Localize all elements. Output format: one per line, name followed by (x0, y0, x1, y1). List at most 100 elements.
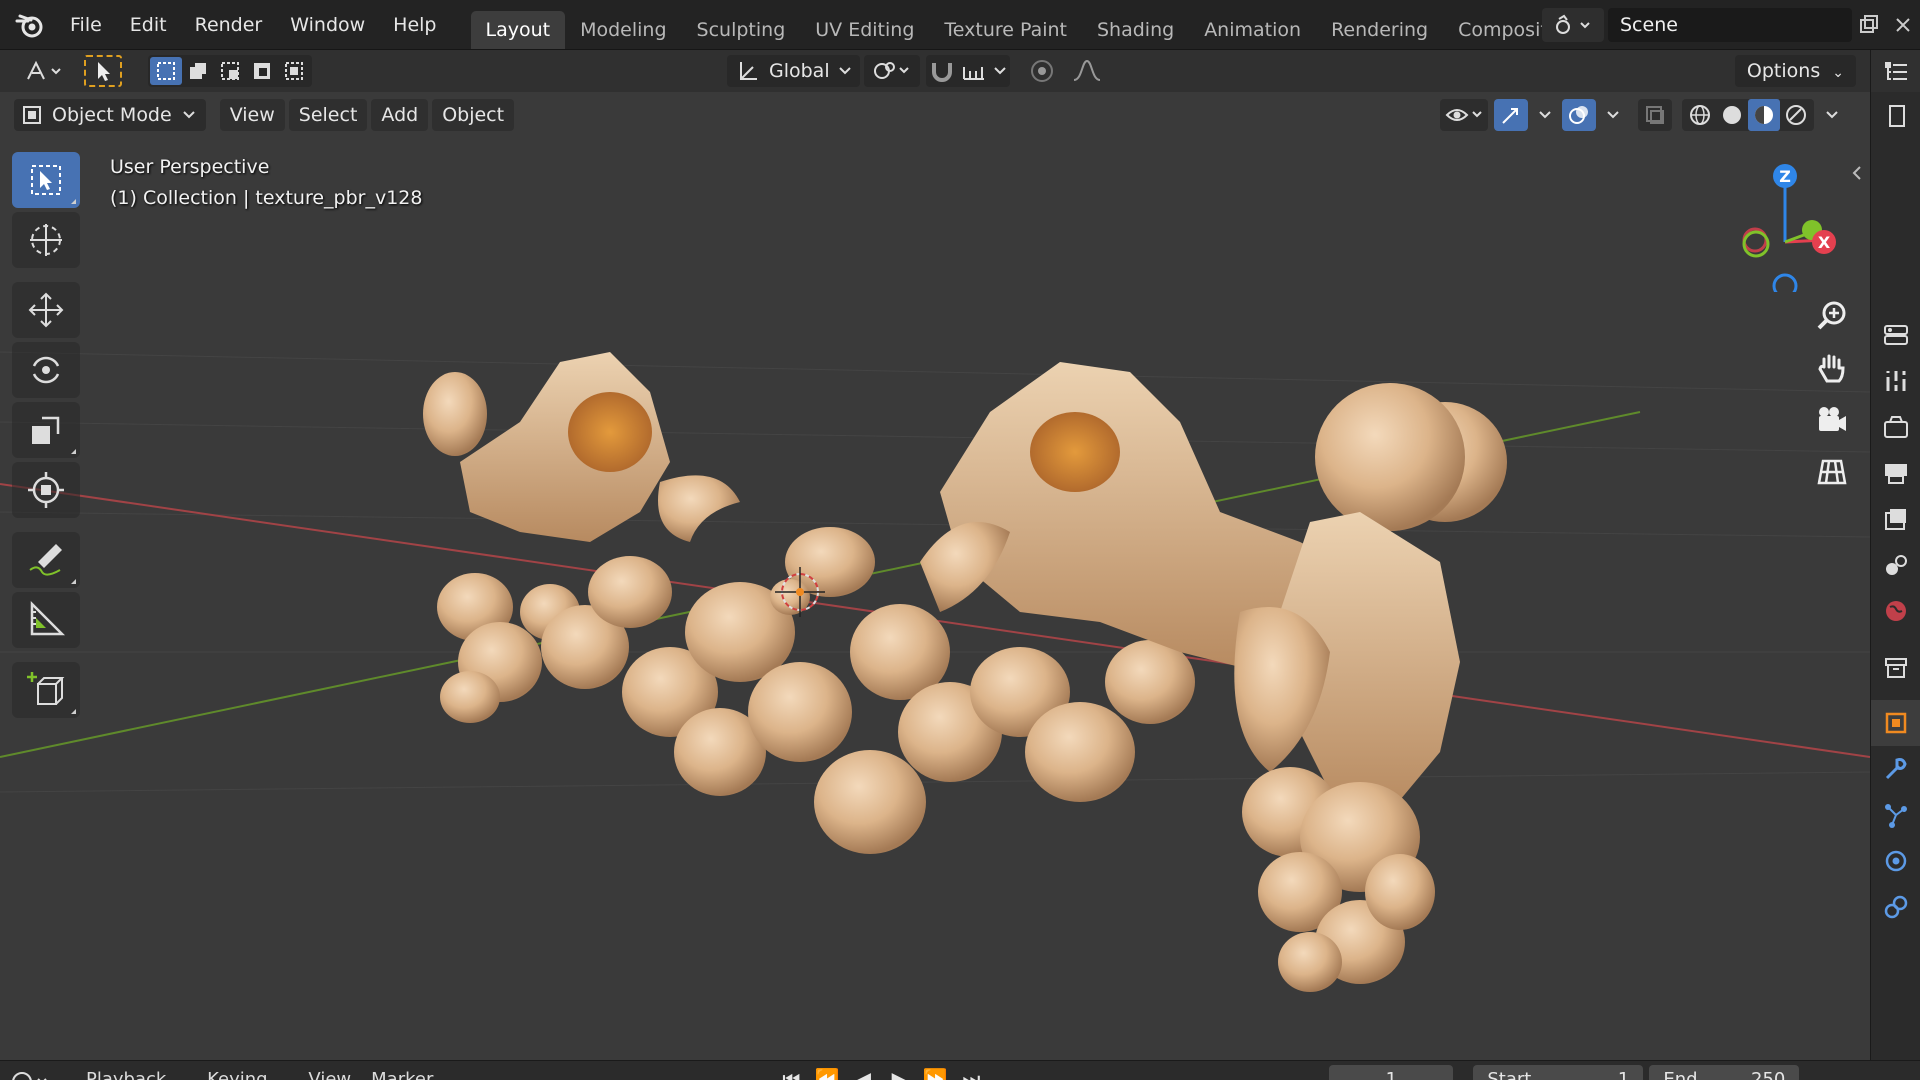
move-tool[interactable] (12, 282, 80, 338)
current-frame-field[interactable]: 1 (1329, 1065, 1454, 1080)
output-properties-tab[interactable] (1871, 450, 1920, 496)
tool-properties-tab[interactable] (1871, 312, 1920, 358)
xray-toggle-icon[interactable] (1638, 99, 1672, 131)
jump-keyframe-back-icon[interactable]: ⏪ (809, 1067, 845, 1080)
tab-texture-paint[interactable]: Texture Paint (929, 11, 1082, 49)
play-reverse-icon[interactable]: ◀ (845, 1067, 881, 1080)
jump-end-icon[interactable]: ⏭ (953, 1067, 989, 1080)
viewport-menu-select[interactable]: Select (288, 99, 368, 131)
zoom-icon[interactable] (1808, 292, 1856, 340)
tab-layout[interactable]: Layout (470, 10, 566, 49)
menu-edit[interactable]: Edit (116, 8, 181, 42)
timeline-playback-menu[interactable]: Playback ⌄ (76, 1061, 197, 1080)
menu-file[interactable]: File (56, 8, 116, 42)
hand-pan-icon[interactable] (1808, 344, 1856, 392)
properties-editor-icon[interactable] (1871, 92, 1920, 142)
tab-sculpting[interactable]: Sculpting (682, 11, 801, 49)
add-cube-tool[interactable] (12, 662, 80, 718)
tab-rendering[interactable]: Rendering (1316, 11, 1443, 49)
visibility-dropdown[interactable] (1440, 99, 1488, 131)
timeline-editor-type-icon[interactable] (0, 1067, 60, 1080)
rendered-shading-icon[interactable] (1780, 99, 1812, 131)
tool-settings-tab[interactable] (1871, 358, 1920, 404)
constraints-properties-tab[interactable] (1871, 884, 1920, 930)
sidebar-expand-icon[interactable] (1848, 162, 1866, 184)
chevron-down-icon[interactable] (1820, 99, 1844, 131)
snap-increment-icon[interactable] (961, 59, 987, 83)
viewport-menu-view[interactable]: View (219, 99, 285, 131)
transform-orientation-dropdown[interactable]: Global (727, 55, 860, 87)
new-scene-icon[interactable] (1852, 8, 1886, 42)
cursor-tool[interactable] (12, 212, 80, 268)
gizmo-toggle-icon[interactable] (1494, 99, 1528, 131)
perspective-toggle-icon[interactable] (1808, 448, 1856, 496)
select-subtract-icon[interactable] (214, 57, 246, 85)
jump-keyframe-forward-icon[interactable]: ⏩ (917, 1067, 953, 1080)
tab-modeling[interactable]: Modeling (565, 11, 681, 49)
annotate-tool[interactable] (12, 532, 80, 588)
scene-name-field[interactable]: Scene (1608, 8, 1852, 42)
scene-browse-button[interactable] (1542, 8, 1604, 42)
measure-tool[interactable] (12, 592, 80, 648)
select-box-tool[interactable] (12, 152, 80, 208)
editor-type-button[interactable] (18, 55, 70, 87)
timeline-keying-menu[interactable]: Keying ⌄ (197, 1061, 298, 1080)
render-properties-tab[interactable] (1871, 404, 1920, 450)
wireframe-shading-icon[interactable] (1684, 99, 1716, 131)
viewport-menu-add[interactable]: Add (371, 99, 429, 131)
navigation-gizmo[interactable]: Z X (1720, 152, 1860, 292)
particles-properties-tab[interactable] (1871, 792, 1920, 838)
menu-window[interactable]: Window (276, 8, 379, 42)
object-properties-tab[interactable] (1871, 700, 1920, 746)
jump-start-icon[interactable]: ⏮ (773, 1067, 809, 1080)
menu-render[interactable]: Render (181, 8, 277, 42)
scale-tool[interactable] (12, 402, 80, 458)
pivot-point-dropdown[interactable] (864, 55, 920, 87)
play-icon[interactable]: ▶ (881, 1067, 917, 1080)
select-intersect-icon[interactable] (278, 57, 310, 85)
view-name-label: User Perspective (110, 156, 270, 178)
view-layer-properties-tab[interactable] (1871, 496, 1920, 542)
move-arrows-icon (28, 292, 64, 328)
options-dropdown[interactable]: Options ⌄ (1734, 55, 1856, 87)
viewport-menu-object[interactable]: Object (432, 99, 515, 131)
select-new-icon[interactable] (150, 57, 182, 85)
active-tool-button[interactable] (84, 55, 122, 87)
3d-viewport[interactable]: Object Mode View Select Add Object User … (0, 92, 1870, 1060)
scene-properties-tab[interactable] (1871, 542, 1920, 588)
collection-properties-tab[interactable] (1871, 644, 1920, 690)
modifier-properties-tab[interactable] (1871, 746, 1920, 792)
transform-tool[interactable] (12, 462, 80, 518)
blender-logo-icon[interactable] (8, 3, 52, 47)
object-mode-dropdown[interactable]: Object Mode (14, 99, 206, 131)
cursor-arrow-icon (98, 62, 110, 81)
chevron-down-icon[interactable] (993, 66, 1007, 76)
frame-start-field[interactable]: Start 1 (1473, 1065, 1644, 1080)
rotate-tool[interactable] (12, 342, 80, 398)
solid-shading-icon[interactable] (1716, 99, 1748, 131)
falloff-curve-icon[interactable] (1072, 58, 1102, 84)
chevron-down-icon[interactable] (1602, 99, 1624, 131)
outliner-editor-icon[interactable] (1871, 50, 1920, 92)
camera-view-icon[interactable] (1808, 396, 1856, 444)
delete-scene-icon[interactable] (1886, 8, 1920, 42)
tab-shading[interactable]: Shading (1082, 11, 1189, 49)
top-menu-bar: File Edit Render Window Help Layout Mode… (0, 0, 1920, 50)
magnet-icon[interactable] (929, 59, 955, 83)
material-preview-shading-icon[interactable] (1748, 99, 1780, 131)
frame-end-field[interactable]: End 250 (1649, 1065, 1800, 1080)
playback-controls: ⏮ ⏪ ◀ ▶ ⏩ ⏭ (773, 1067, 989, 1080)
overlays-toggle-icon[interactable] (1562, 99, 1596, 131)
timeline-marker-menu[interactable]: Marker (361, 1061, 443, 1080)
proportional-edit-icon[interactable] (1029, 58, 1055, 84)
physics-properties-tab[interactable] (1871, 838, 1920, 884)
tab-uv-editing[interactable]: UV Editing (800, 11, 929, 49)
tool-settings-header: Global Options ⌄ (0, 50, 1870, 92)
world-properties-tab[interactable] (1871, 588, 1920, 634)
timeline-view-menu[interactable]: View (298, 1061, 361, 1080)
menu-help[interactable]: Help (379, 8, 450, 42)
chevron-down-icon[interactable] (1534, 99, 1556, 131)
select-extend-icon[interactable] (182, 57, 214, 85)
tab-animation[interactable]: Animation (1189, 11, 1316, 49)
select-invert-icon[interactable] (246, 57, 278, 85)
